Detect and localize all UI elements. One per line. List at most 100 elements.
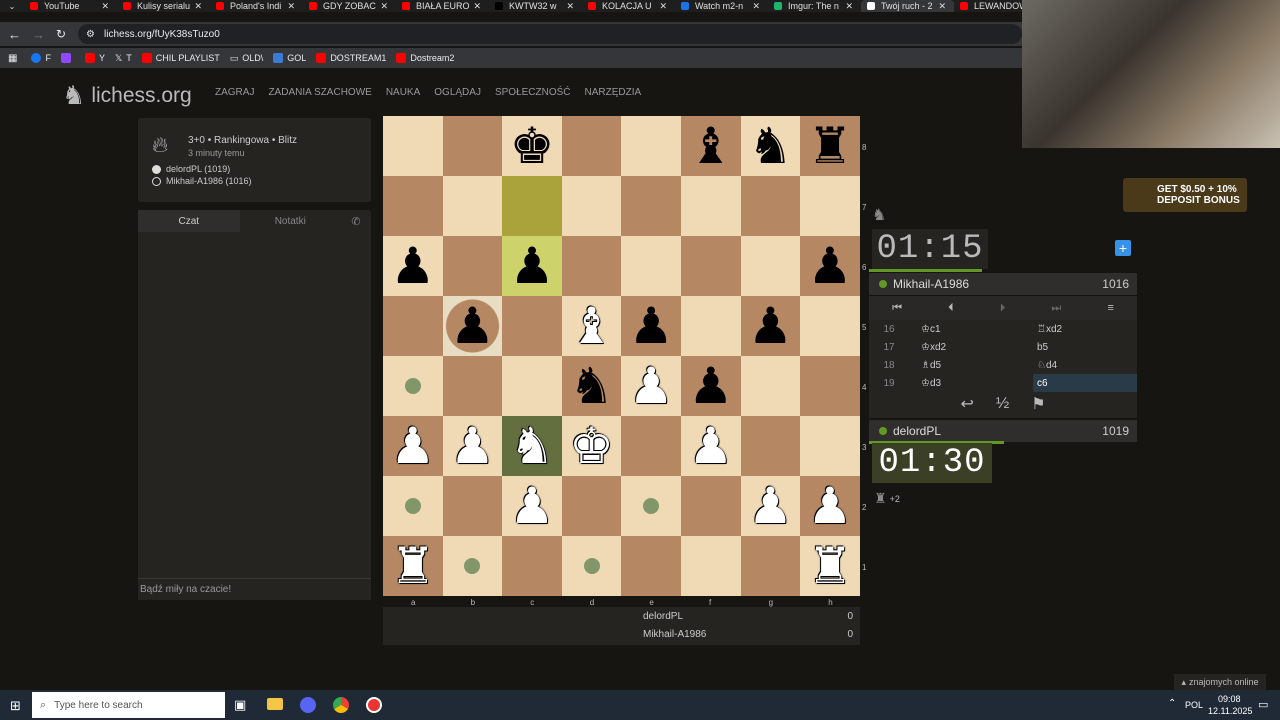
tab-close-icon[interactable]: ✕ bbox=[752, 1, 760, 12]
square-h1[interactable]: ♜ bbox=[800, 536, 860, 596]
square-c7[interactable] bbox=[502, 176, 562, 236]
black-pawn-icon[interactable]: ♟ bbox=[629, 301, 674, 351]
square-f2[interactable] bbox=[680, 476, 741, 536]
site-logo[interactable]: ♞ lichess.org bbox=[62, 80, 192, 111]
chess-board[interactable]: ♚ ♝ ♞ ♜ ♟ ♟ ♟ ♟ ♝ ♟ ♟ ♞ ♟ ♟ ♟ ♟ ♞ ♚ ♟ ♟ ♟ ♟ ♜ ♜ bbox=[383, 116, 860, 596]
browser-tab[interactable]: Kulisy serialu ✕ bbox=[117, 0, 210, 12]
bookmark-dostream2[interactable]: Dostream2 bbox=[396, 53, 454, 63]
square-a2[interactable] bbox=[383, 476, 443, 536]
bookmark-twitch[interactable] bbox=[60, 53, 75, 63]
square-d5[interactable]: ♝ bbox=[561, 296, 622, 356]
square-e5[interactable]: ♟ bbox=[621, 296, 681, 356]
square-c8[interactable]: ♚ bbox=[502, 116, 562, 176]
white-player-entry[interactable]: delordPL (1019) bbox=[152, 164, 230, 174]
browser-tab[interactable]: YouTube ✕ bbox=[24, 0, 117, 12]
white-pawn-icon[interactable]: ♟ bbox=[688, 421, 733, 471]
square-d2[interactable] bbox=[561, 476, 622, 536]
square-f5[interactable] bbox=[680, 296, 741, 356]
white-pawn-icon[interactable]: ♟ bbox=[808, 481, 853, 531]
browser-tab[interactable]: BIAŁA EURO ✕ bbox=[396, 0, 489, 12]
black-pawn-icon[interactable]: ♟ bbox=[688, 361, 733, 411]
square-b6[interactable] bbox=[442, 236, 503, 296]
tab-close-icon[interactable]: ✕ bbox=[566, 1, 574, 12]
square-d7[interactable] bbox=[561, 176, 622, 236]
square-e3[interactable] bbox=[621, 416, 681, 476]
white-move[interactable]: ♗d5 bbox=[909, 360, 1033, 371]
bookmark-old[interactable]: ▭ OLD\ bbox=[230, 53, 264, 64]
white-move[interactable]: ♔d3 bbox=[909, 378, 1033, 389]
square-c2[interactable]: ♟ bbox=[502, 476, 562, 536]
draw-offer-icon[interactable]: ½ bbox=[996, 395, 1009, 413]
square-f7[interactable] bbox=[680, 176, 741, 236]
tab-close-icon[interactable]: ✕ bbox=[473, 1, 481, 12]
bookmark-y[interactable]: Y bbox=[84, 53, 105, 63]
square-g1[interactable] bbox=[740, 536, 801, 596]
white-move[interactable]: ♔c1 bbox=[909, 324, 1033, 335]
square-a4[interactable] bbox=[383, 356, 443, 416]
browser-tab[interactable]: Imgur: The n ✕ bbox=[768, 0, 861, 12]
square-c1[interactable] bbox=[502, 536, 562, 596]
windows-start-icon[interactable]: ⊞ bbox=[10, 698, 21, 714]
square-h3[interactable] bbox=[800, 416, 860, 476]
square-e2[interactable] bbox=[621, 476, 681, 536]
takeback-icon[interactable]: ↩ bbox=[960, 394, 973, 414]
square-b2[interactable] bbox=[442, 476, 503, 536]
square-g7[interactable] bbox=[740, 176, 801, 236]
square-e1[interactable] bbox=[621, 536, 681, 596]
black-pawn-icon[interactable]: ♟ bbox=[808, 241, 853, 291]
square-a1[interactable]: ♜ bbox=[383, 536, 443, 596]
tab-notes[interactable]: Notatki bbox=[240, 210, 342, 232]
square-g4[interactable] bbox=[740, 356, 801, 416]
add-time-icon[interactable]: + bbox=[1115, 240, 1131, 256]
clock-date[interactable]: 12.11.2025 bbox=[1208, 706, 1252, 716]
square-h2[interactable]: ♟ bbox=[800, 476, 860, 536]
chrome-icon[interactable] bbox=[333, 697, 349, 713]
browser-tab[interactable]: Poland's Indi ✕ bbox=[210, 0, 303, 12]
nav-watch[interactable]: OGLĄDAJ bbox=[434, 87, 481, 98]
bookmark-gol[interactable]: GOL bbox=[273, 53, 306, 63]
black-pawn-icon[interactable]: ♟ bbox=[450, 301, 495, 351]
square-d1[interactable] bbox=[561, 536, 622, 596]
bookmark-chil-playlist[interactable]: CHIL PLAYLIST bbox=[141, 53, 220, 63]
file-explorer-icon[interactable] bbox=[267, 698, 283, 710]
black-move[interactable]: b5 bbox=[1033, 338, 1137, 356]
phone-icon[interactable]: ✆ bbox=[341, 210, 371, 232]
tab-close-icon[interactable]: ✕ bbox=[194, 1, 202, 12]
next-move-icon[interactable]: ⏵ bbox=[1000, 302, 1006, 315]
square-b7[interactable] bbox=[442, 176, 503, 236]
menu-icon[interactable]: ≡ bbox=[1107, 302, 1113, 314]
square-h8[interactable]: ♜ bbox=[800, 116, 860, 176]
square-c6[interactable]: ♟ bbox=[502, 236, 562, 296]
site-info-icon[interactable]: ⚙ bbox=[86, 29, 95, 40]
friends-online-button[interactable]: ▴ znajomych online bbox=[1174, 674, 1266, 690]
square-d8[interactable] bbox=[561, 116, 622, 176]
white-rook-icon[interactable]: ♜ bbox=[808, 541, 853, 591]
url-field[interactable]: ⚙ lichess.org/fUyK38sTuzo0 bbox=[78, 24, 1022, 44]
white-pawn-icon[interactable]: ♟ bbox=[629, 361, 674, 411]
language-indicator[interactable]: POL bbox=[1185, 700, 1203, 710]
app-icon[interactable] bbox=[366, 697, 382, 713]
black-move[interactable]: ♖xd2 bbox=[1033, 320, 1137, 338]
square-g8[interactable]: ♞ bbox=[740, 116, 801, 176]
deposit-bonus-ad[interactable]: GET $0.50 + 10% DEPOSIT BONUS bbox=[1123, 178, 1247, 212]
tab-close-icon[interactable]: ✕ bbox=[287, 1, 295, 12]
discord-icon[interactable] bbox=[300, 697, 316, 713]
square-a6[interactable]: ♟ bbox=[383, 236, 443, 296]
back-icon[interactable]: ← bbox=[8, 27, 21, 42]
square-f1[interactable] bbox=[680, 536, 741, 596]
black-move[interactable]: ♘d4 bbox=[1033, 356, 1137, 374]
tab-close-icon[interactable]: ✕ bbox=[938, 1, 946, 12]
square-a5[interactable] bbox=[383, 296, 443, 356]
square-g6[interactable] bbox=[740, 236, 801, 296]
black-king-icon[interactable]: ♚ bbox=[510, 121, 555, 171]
tab-close-icon[interactable]: ✕ bbox=[659, 1, 667, 12]
square-a3[interactable]: ♟ bbox=[383, 416, 443, 476]
white-pawn-icon[interactable]: ♟ bbox=[510, 481, 555, 531]
black-player-entry[interactable]: Mikhail-A1986 (1016) bbox=[152, 176, 252, 186]
nav-community[interactable]: SPOŁECZNOŚĆ bbox=[495, 87, 571, 98]
resign-flag-icon[interactable]: ⚑ bbox=[1031, 394, 1045, 414]
apps-icon[interactable]: ▦ bbox=[8, 53, 17, 64]
square-e8[interactable] bbox=[621, 116, 681, 176]
square-g2[interactable]: ♟ bbox=[740, 476, 801, 536]
browser-tab[interactable]: KWTW32 w ✕ bbox=[489, 0, 582, 12]
